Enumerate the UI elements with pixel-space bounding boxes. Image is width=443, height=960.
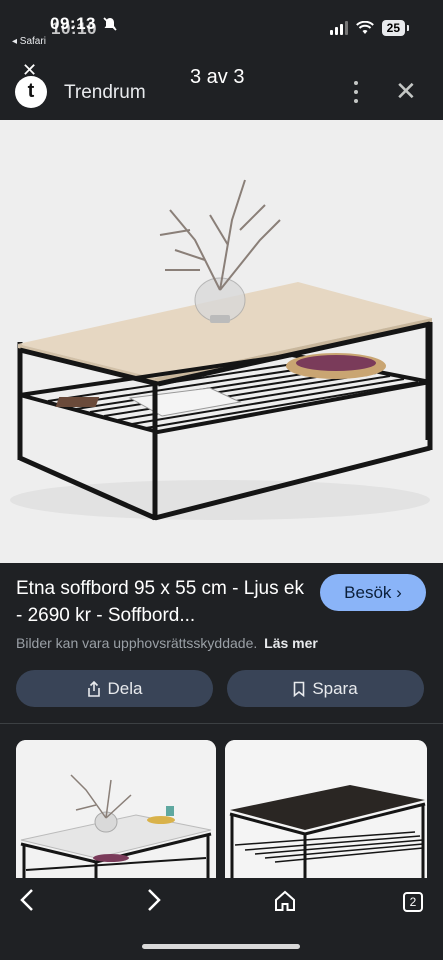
share-button[interactable]: Dela — [16, 670, 213, 707]
section-divider — [0, 723, 443, 724]
site-logo[interactable]: t — [15, 76, 47, 108]
viewer-header: ✕ t Trendrum 3 av 3 ✕ — [0, 54, 443, 120]
battery-icon: 25 — [381, 20, 410, 36]
back-chevron-icon[interactable] — [20, 888, 34, 919]
wifi-icon — [355, 21, 374, 34]
save-button[interactable]: Spara — [227, 670, 424, 707]
visit-button[interactable]: Besök › — [320, 574, 426, 611]
read-more-link[interactable]: Läs mer — [264, 635, 318, 651]
forward-chevron-icon[interactable] — [147, 888, 161, 919]
result-title[interactable]: Etna soffbord 95 x 55 cm - Ljus ek - 269… — [16, 575, 311, 629]
related-image-1[interactable] — [16, 740, 216, 890]
browser-bottom-bar: 2 — [0, 878, 443, 960]
related-image-2[interactable] — [225, 740, 427, 890]
main-product-image[interactable] — [0, 120, 443, 563]
status-bar: 09:13 10:10 ◂ Safari 25 — [0, 0, 443, 54]
status-time: 09:13 10:10 — [50, 14, 96, 38]
site-name[interactable]: Trendrum — [64, 82, 146, 104]
coffee-table-illustration — [0, 120, 443, 563]
more-options-icon[interactable] — [350, 81, 362, 103]
close-icon[interactable]: ✕ — [395, 78, 417, 104]
copyright-notice: Bilder kan vara upphovsrättsskyddade. Lä… — [16, 635, 318, 651]
save-label: Spara — [312, 678, 358, 698]
copyright-text: Bilder kan vara upphovsrättsskyddade. — [16, 635, 258, 651]
related-table-white-illustration — [16, 740, 216, 890]
cellular-signal-icon — [329, 21, 348, 35]
tabs-count-icon[interactable]: 2 — [403, 892, 423, 912]
share-label: Dela — [107, 678, 143, 698]
status-indicators: 25 — [329, 20, 410, 36]
image-counter: 3 av 3 — [190, 66, 245, 88]
share-icon — [87, 680, 100, 697]
back-to-safari-link[interactable]: ◂ Safari — [12, 36, 46, 47]
muted-bell-icon — [103, 17, 117, 31]
related-table-dark-illustration — [225, 740, 427, 890]
home-indicator[interactable] — [142, 944, 300, 949]
status-time-overlay: 10:10 — [51, 19, 97, 38]
bookmark-icon — [294, 681, 305, 697]
result-info: Etna soffbord 95 x 55 cm - Ljus ek - 269… — [0, 563, 443, 723]
home-icon[interactable] — [274, 890, 296, 917]
